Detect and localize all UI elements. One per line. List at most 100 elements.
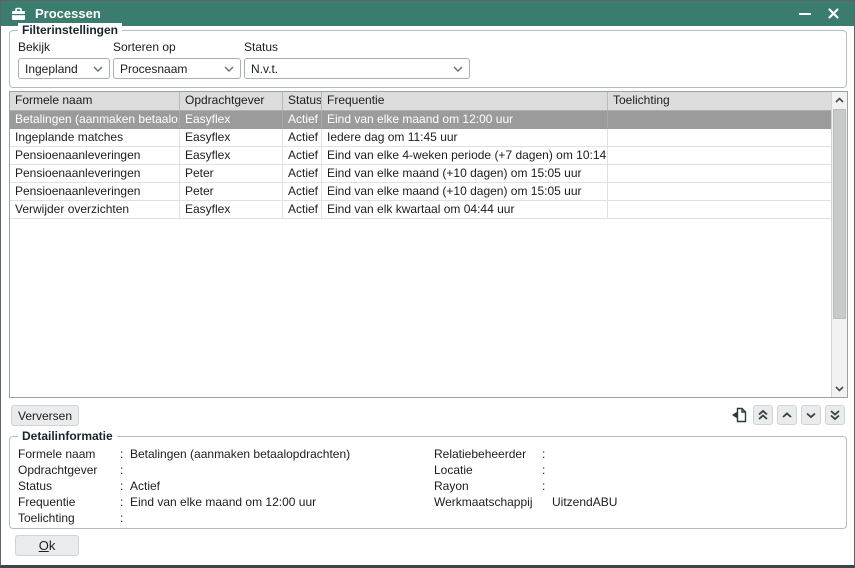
dl-value [130, 462, 418, 478]
dl-value: Actief [130, 478, 418, 494]
dl-label: Frequentie [18, 494, 120, 510]
goto-record-button[interactable] [729, 405, 749, 425]
status-select[interactable]: N.v.t. [244, 58, 470, 79]
cell-toelichting [608, 147, 832, 165]
cell-opdrachtgever: Peter [180, 165, 283, 183]
cell-formele-naam: Ingeplande matches [10, 129, 180, 147]
bekijk-select[interactable]: Ingepland [18, 58, 110, 79]
cell-formele-naam: Pensioenaanleveringen [10, 165, 180, 183]
dl-value [552, 446, 834, 462]
cell-opdrachtgever: Easyflex [180, 201, 283, 219]
cell-formele-naam: Betalingen (aanmaken betaalo... [10, 111, 180, 129]
chevron-down-icon [224, 66, 234, 72]
refresh-button[interactable]: Verversen [11, 405, 79, 426]
detail-group-label: Detailinformatie [18, 429, 117, 443]
detail-line: Frequentie:Eind van elke maand om 12:00 … [18, 494, 418, 510]
column-header[interactable]: Status [283, 92, 322, 110]
chevron-up-icon [835, 97, 844, 103]
previous-record-button[interactable] [777, 405, 797, 425]
dl-label: Werkmaatschappij [434, 494, 542, 510]
cell-status: Actief [283, 129, 322, 147]
cell-frequentie: Eind van elk kwartaal om 04:44 uur [322, 201, 608, 219]
cell-opdrachtgever: Easyflex [180, 111, 283, 129]
dl-sep: : [542, 478, 552, 494]
sorteren-op-value: Procesnaam [120, 62, 187, 76]
dl-label: Formele naam [18, 446, 120, 462]
dl-value [552, 478, 834, 494]
table-row[interactable]: Pensioenaanleveringen Peter Actief Eind … [10, 165, 832, 183]
column-header[interactable]: Frequentie [322, 92, 608, 110]
cell-formele-naam: Pensioenaanleveringen [10, 147, 180, 165]
dl-value [552, 462, 834, 478]
dl-label: Rayon [434, 478, 542, 494]
cell-toelichting [608, 201, 832, 219]
table-row[interactable]: Pensioenaanleveringen Peter Actief Eind … [10, 183, 832, 201]
ok-button[interactable]: Ok [15, 535, 79, 556]
vertical-scrollbar[interactable] [831, 92, 847, 397]
close-button[interactable] [822, 4, 844, 24]
record-navigation [729, 405, 845, 425]
scroll-up-button[interactable] [832, 92, 847, 108]
table-row[interactable]: Pensioenaanleveringen Easyflex Actief Ei… [10, 147, 832, 165]
title-bar: Processen [1, 1, 854, 26]
ok-label-rest: k [49, 538, 56, 553]
ok-label-mnemonic: O [39, 538, 49, 553]
cell-status: Actief [283, 201, 322, 219]
column-header[interactable]: Opdrachtgever [180, 92, 283, 110]
status-label: Status [244, 40, 470, 54]
details-left: Formele naam:Betalingen (aanmaken betaal… [18, 446, 418, 526]
dl-sep: : [120, 510, 130, 526]
dl-sep: : [120, 478, 130, 494]
chevron-down-icon [835, 386, 844, 392]
chevron-down-icon [93, 66, 103, 72]
cell-toelichting [608, 183, 832, 201]
next-record-button[interactable] [801, 405, 821, 425]
table-body: Betalingen (aanmaken betaalo... Easyflex… [10, 111, 832, 219]
briefcase-icon [11, 6, 27, 22]
double-chevron-down-icon [829, 409, 841, 421]
dl-sep: : [120, 494, 130, 510]
cell-status: Actief [283, 147, 322, 165]
chevron-down-icon [805, 409, 817, 421]
detail-line: Formele naam:Betalingen (aanmaken betaal… [18, 446, 418, 462]
cell-frequentie: Eind van elke 4-weken periode (+7 dagen)… [322, 147, 608, 165]
dl-sep: : [120, 462, 130, 478]
dl-sep: : [120, 446, 130, 462]
cell-opdrachtgever: Peter [180, 183, 283, 201]
dl-value: Betalingen (aanmaken betaalopdrachten) [130, 446, 418, 462]
scrollbar-thumb[interactable] [833, 109, 846, 319]
processen-window: Processen Filterinstellingen Bekijk Inge… [0, 0, 855, 568]
table-row[interactable]: Verwijder overzichten Easyflex Actief Ei… [10, 201, 832, 219]
table-row[interactable]: Betalingen (aanmaken betaalo... Easyflex… [10, 111, 832, 129]
table-row[interactable]: Ingeplande matches Easyflex Actief Ieder… [10, 129, 832, 147]
chevron-up-icon [781, 409, 793, 421]
detail-line: Toelichting: [18, 510, 418, 526]
cell-toelichting [608, 129, 832, 147]
cell-opdrachtgever: Easyflex [180, 147, 283, 165]
first-record-button[interactable] [753, 405, 773, 425]
detail-line: Rayon: [434, 478, 834, 494]
cell-toelichting [608, 111, 832, 129]
sorteren-op-select[interactable]: Procesnaam [113, 58, 241, 79]
dl-value: Eind van elke maand om 12:00 uur [130, 494, 418, 510]
dl-label: Relatiebeheerder [434, 446, 542, 462]
double-chevron-up-icon [757, 409, 769, 421]
detail-line: Relatiebeheerder: [434, 446, 834, 462]
cell-formele-naam: Verwijder overzichten [10, 201, 180, 219]
close-icon [828, 8, 839, 19]
chevron-down-icon [453, 66, 463, 72]
minimize-button[interactable] [794, 4, 816, 24]
details-right: Relatiebeheerder:Locatie:Rayon:Werkmaats… [434, 446, 834, 510]
cell-frequentie: Eind van elke maand om 12:00 uur [322, 111, 608, 129]
detail-line: Locatie: [434, 462, 834, 478]
column-header[interactable]: Toelichting [608, 92, 832, 110]
cell-status: Actief [283, 183, 322, 201]
scroll-down-button[interactable] [832, 381, 847, 397]
column-header[interactable]: Formele naam [10, 92, 180, 110]
last-record-button[interactable] [825, 405, 845, 425]
dl-value [130, 510, 418, 526]
detail-line: Status:Actief [18, 478, 418, 494]
dl-label: Status [18, 478, 120, 494]
cell-status: Actief [283, 165, 322, 183]
bekijk-label: Bekijk [18, 40, 110, 54]
